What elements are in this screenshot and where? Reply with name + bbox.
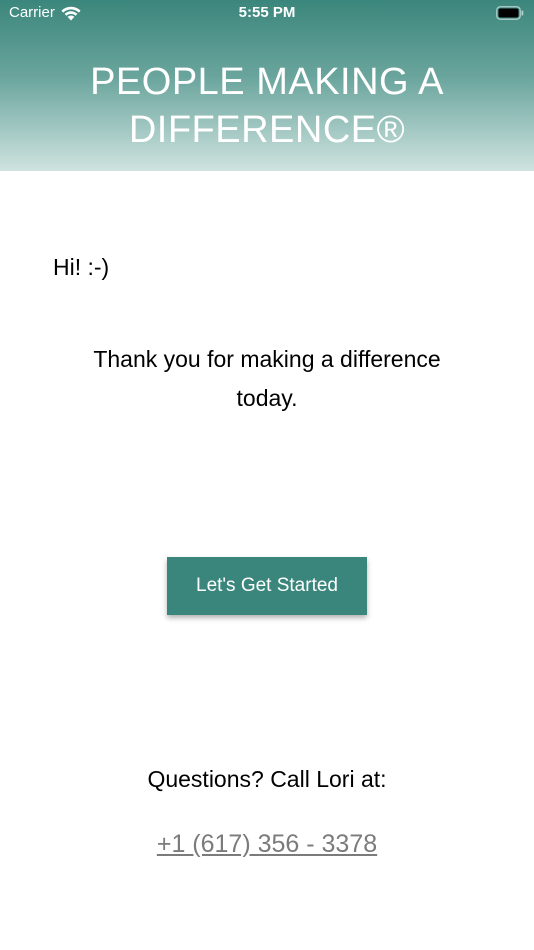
app-header: Carrier 5:55 PM PEOPLE MAKING A DIFFEREN… <box>0 0 534 171</box>
status-bar: Carrier 5:55 PM <box>0 0 534 28</box>
get-started-button[interactable]: Let's Get Started <box>167 557 367 615</box>
phone-number-link[interactable]: +1 (617) 356 - 3378 <box>157 830 377 858</box>
phone-link-container: +1 (617) 356 - 3378 <box>0 830 534 859</box>
greeting-text: Hi! :-) <box>53 254 110 280</box>
header-title: PEOPLE MAKING A DIFFERENCE® <box>90 61 444 151</box>
status-time: 5:55 PM <box>238 4 296 21</box>
thank-you-message: Thank you for making a difference today. <box>93 346 441 411</box>
battery-icon <box>496 6 524 20</box>
questions-text: Questions? Call Lori at: <box>147 766 387 792</box>
